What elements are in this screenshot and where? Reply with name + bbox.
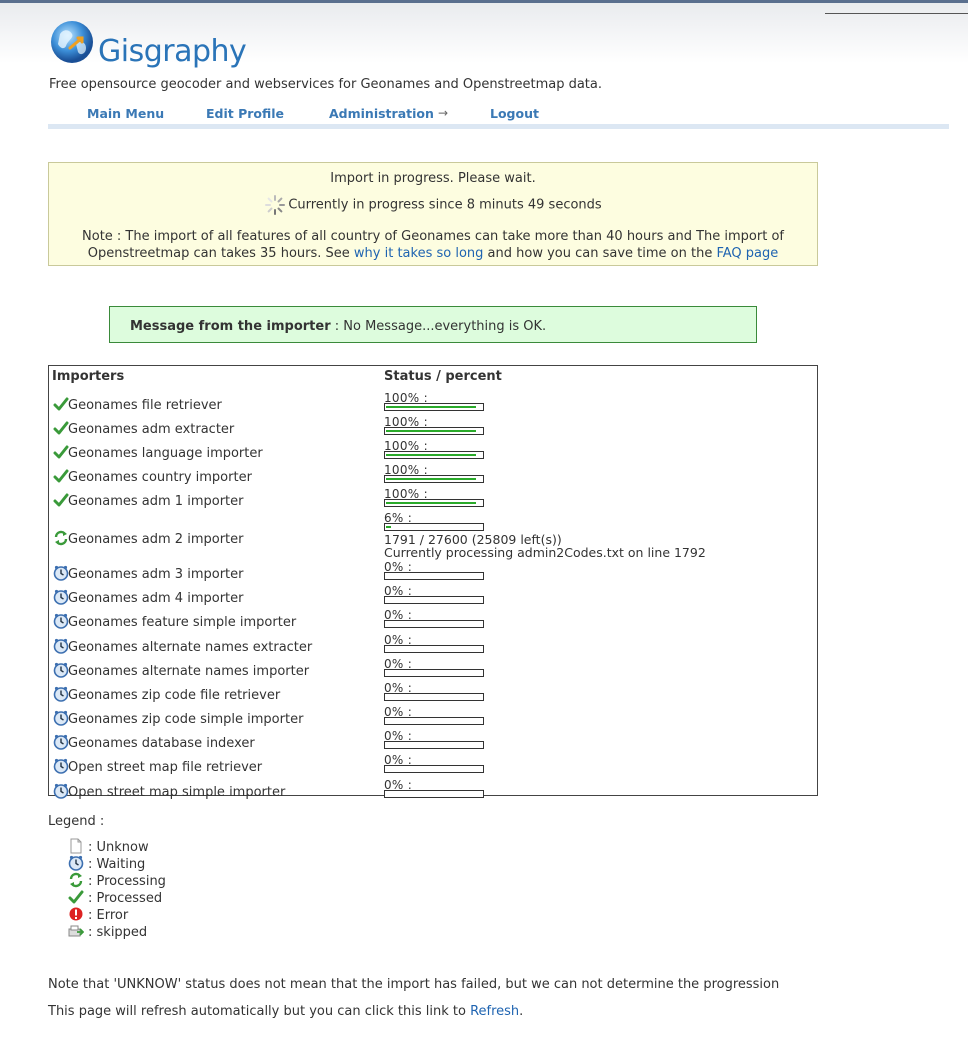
legend-label: : Processing: [88, 874, 166, 889]
importer-name: Geonames language importer: [68, 446, 263, 461]
globe-logo-icon: [51, 21, 93, 63]
importer-name: Geonames alternate names importer: [68, 664, 310, 679]
header-rule: [825, 13, 968, 14]
notice-status: Import in progress. Please wait.: [330, 171, 536, 186]
checkmark-icon: [53, 444, 69, 460]
site-title: Gisgraphy: [98, 34, 247, 69]
nav-administration[interactable]: Administration: [329, 106, 434, 121]
importers-table: Importers Status / percent Geonames file…: [48, 365, 818, 800]
progress-bar: [384, 765, 484, 773]
importer-name: Geonames file retriever: [68, 398, 222, 413]
progress-bar: [384, 717, 484, 725]
progress-bar-fill: [386, 454, 476, 456]
importers-column-header: Importers: [52, 369, 125, 384]
processing-file-line: Currently processing admin2Codes.txt on …: [384, 545, 706, 560]
checkmark-icon: [53, 492, 69, 508]
progress-bar-fill: [386, 478, 476, 480]
message-label: Message from the importer: [130, 319, 331, 334]
importer-name: Geonames country importer: [68, 470, 252, 485]
progress-bar: [384, 669, 484, 677]
clock-icon: [53, 783, 69, 799]
progress-bar: [384, 645, 484, 653]
progress-bar-fill: [386, 502, 476, 504]
import-progress-notice: Import in progress. Please wait. Current…: [48, 162, 818, 266]
clock-icon: [53, 662, 69, 678]
why-so-long-link[interactable]: why it takes so long: [354, 246, 484, 261]
legend-label: : Processed: [88, 891, 163, 906]
legend-label: : Error: [88, 908, 129, 923]
progress-bar: [384, 403, 484, 411]
importer-name: Geonames zip code file retriever: [68, 688, 281, 703]
unknown-status-note: Note that 'UNKNOW' status does not mean …: [48, 977, 780, 992]
progress-bar: [384, 790, 484, 798]
loading-spinner-icon: [265, 195, 286, 215]
checkmark-icon: [53, 468, 69, 484]
notice-elapsed: Currently in progress since 8 minuts 49 …: [288, 197, 602, 213]
legend-label: : Waiting: [88, 857, 146, 872]
importer-message-box: Message from the importer : No Message..…: [109, 306, 757, 343]
progress-bar: [384, 499, 484, 507]
legend-label: : Unknow: [88, 840, 149, 855]
message-separator: :: [330, 319, 344, 334]
checkmark-icon: [53, 420, 69, 436]
clock-icon: [53, 589, 69, 605]
main-nav: Main Menu Edit Profile Administration → …: [48, 104, 949, 124]
clock-icon: [53, 638, 69, 654]
notice-note: Note : The import of all features of all…: [49, 228, 817, 262]
progress-bar: [384, 596, 484, 604]
importer-name: Geonames adm 3 importer: [68, 567, 244, 582]
clock-icon: [53, 758, 69, 774]
progress-bar: [384, 693, 484, 701]
site-tagline: Free opensource geocoder and webservices…: [49, 77, 603, 92]
clock-icon: [53, 734, 69, 750]
progress-bar: [384, 451, 484, 459]
clock-icon: [53, 710, 69, 726]
progress-bar: [384, 620, 484, 628]
progress-bar-fill: [386, 430, 476, 432]
legend-title: Legend :: [48, 814, 105, 829]
nav-main-menu[interactable]: Main Menu: [87, 106, 164, 121]
progress-bar: [384, 475, 484, 483]
importer-name: Open street map file retriever: [68, 760, 263, 775]
importer-name: Geonames zip code simple importer: [68, 712, 304, 727]
notice-elapsed-row: Currently in progress since 8 minuts 49 …: [49, 194, 817, 216]
refresh-note: This page will refresh automatically but…: [48, 1004, 523, 1019]
nav-logout[interactable]: Logout: [490, 106, 539, 121]
refresh-link[interactable]: Refresh: [470, 1004, 519, 1019]
legend-label: : skipped: [88, 925, 148, 940]
site-logo[interactable]: Gisgraphy: [48, 18, 247, 70]
importer-name: Geonames adm 4 importer: [68, 591, 244, 606]
refresh-note-text: This page will refresh automatically but…: [48, 1004, 471, 1019]
checkmark-icon: [53, 396, 69, 412]
progress-bar-fill: [386, 526, 392, 528]
refresh-note-end: .: [519, 1004, 524, 1019]
nav-underline: [48, 124, 949, 129]
importer-name: Geonames adm 1 importer: [68, 494, 244, 509]
progress-bar: [384, 427, 484, 435]
nav-edit-profile[interactable]: Edit Profile: [206, 106, 284, 121]
clock-icon: [53, 565, 69, 581]
progress-bar-fill: [386, 406, 476, 408]
notice-note-middle: and how you can save time on the: [483, 246, 717, 261]
progress-bar: [384, 572, 484, 580]
clock-icon: [53, 613, 69, 629]
arrow-right-icon: →: [438, 106, 449, 120]
progress-bar: [384, 523, 484, 531]
message-text: No Message...everything is OK.: [343, 319, 547, 334]
clock-icon: [53, 686, 69, 702]
importer-name: Geonames feature simple importer: [68, 615, 297, 630]
importer-name: Geonames adm extracter: [68, 422, 235, 437]
importer-name: Geonames alternate names extracter: [68, 640, 313, 655]
importer-name: Open street map simple importer: [68, 785, 286, 800]
faq-link[interactable]: FAQ page: [716, 246, 778, 261]
refresh-icon: [53, 530, 69, 546]
importer-name: Geonames adm 2 importer: [68, 532, 244, 547]
progress-bar: [384, 741, 484, 749]
importer-name: Geonames database indexer: [68, 736, 255, 751]
status-column-header: Status / percent: [384, 369, 502, 384]
